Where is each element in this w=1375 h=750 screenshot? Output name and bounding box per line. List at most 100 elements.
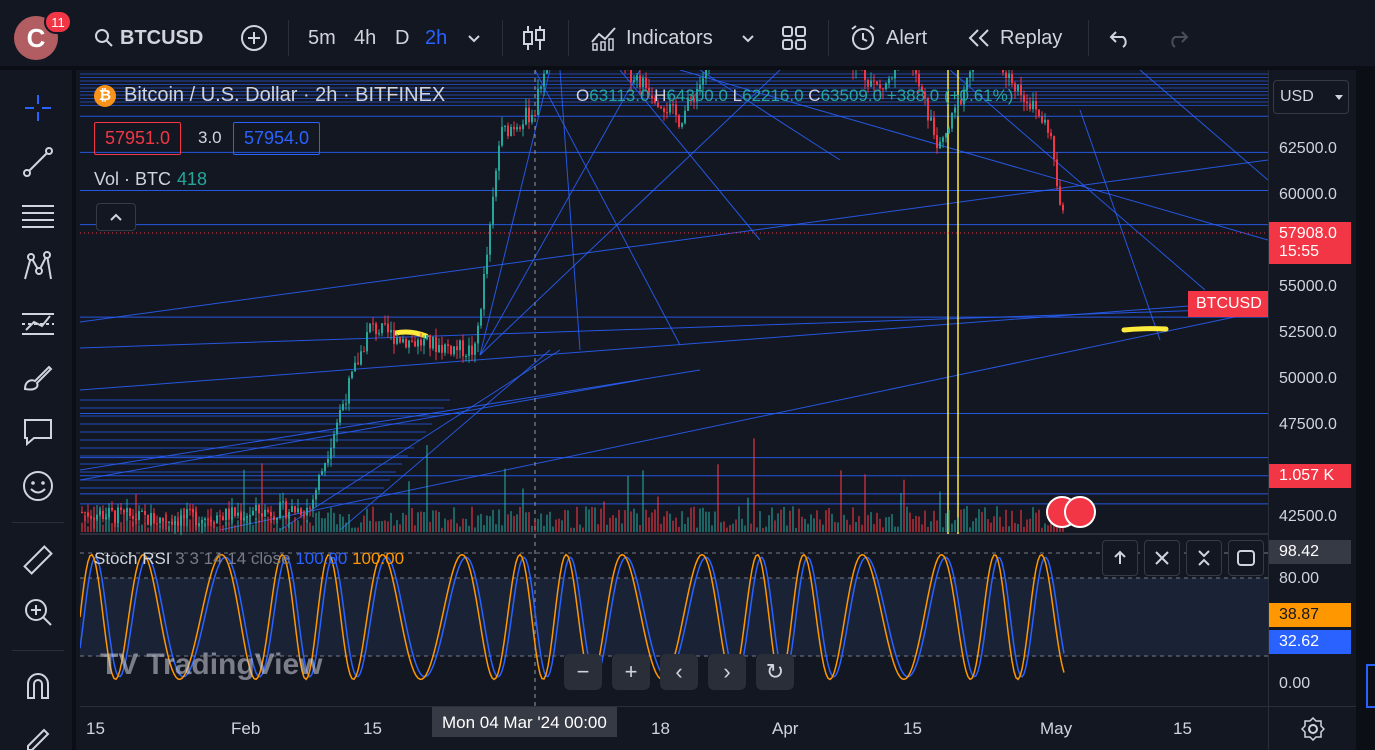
volume-bar [1047, 525, 1049, 532]
scroll-right-button[interactable]: › [708, 654, 746, 690]
replay-button[interactable]: Replay [966, 22, 1062, 54]
candle-body [1056, 159, 1058, 187]
volume-bar [105, 507, 107, 532]
symbol-legend[interactable]: ₿ Bitcoin / U.S. Dollar · 2h · BITFINEX [94, 84, 445, 107]
text-tool[interactable] [18, 412, 58, 452]
time-axis[interactable]: 15 Feb 15 Mon 04 Mar '24 00:00 18 Apr 15… [80, 706, 1268, 750]
stoch-rsi-legend[interactable]: Stoch RSI 3 3 14 14 close 100.00 100.00 [94, 549, 404, 569]
price-tick: 52500.0 [1279, 324, 1337, 341]
collapse-legend-button[interactable] [96, 203, 136, 231]
reset-chart-button[interactable]: ↻ [756, 654, 794, 690]
candle-body [498, 145, 500, 171]
interval-2h[interactable]: 2h [425, 22, 447, 54]
volume-bar [555, 519, 557, 532]
prediction-tool[interactable] [18, 304, 58, 344]
volume-bar [393, 525, 395, 532]
arrow-up-icon [1114, 550, 1126, 564]
chart-navigation: − + ‹ › ↻ [564, 654, 794, 690]
buy-button[interactable]: 57954.0 [233, 122, 321, 155]
volume-legend[interactable]: Vol · BTC 418 [94, 169, 207, 190]
fib-tool[interactable] [18, 196, 58, 236]
lock-drawing-tool[interactable] [18, 716, 58, 750]
volume-bar [699, 508, 701, 532]
price-chart[interactable] [80, 70, 1268, 706]
zoom-tool[interactable] [18, 592, 58, 632]
volume-bar [522, 488, 524, 532]
undo-button[interactable] [1108, 22, 1132, 54]
chart-settings-button[interactable] [1268, 706, 1356, 750]
volume-bar [552, 526, 554, 532]
volume-bar [150, 517, 152, 532]
delete-pane-button[interactable] [1144, 540, 1180, 576]
interval-d[interactable]: D [395, 22, 409, 54]
candle-body [507, 125, 509, 137]
volume-bar [711, 525, 713, 532]
measure-tool[interactable] [18, 540, 58, 580]
economic-event-icon[interactable] [1064, 496, 1096, 528]
volume-bar [633, 508, 635, 532]
alert-button[interactable]: Alert [848, 22, 927, 54]
volume-bar [240, 510, 242, 532]
candle-body [513, 126, 515, 130]
volume-bar [993, 516, 995, 532]
sell-button[interactable]: 57951.0 [94, 122, 182, 155]
ohlc-values: O63113.0 H64300.0 L62216.0 C63509.0 +388… [576, 86, 1013, 106]
trend-line-tool[interactable] [18, 142, 58, 182]
interval-5m[interactable]: 5m [308, 22, 336, 54]
candle-body [660, 106, 662, 109]
volume-bar [723, 521, 725, 532]
pattern-tool[interactable] [18, 248, 58, 288]
volume-bar [249, 516, 251, 532]
maximize-pane-button[interactable] [1228, 540, 1264, 576]
indicators-dropdown[interactable] [740, 22, 756, 54]
volume-bar [138, 525, 140, 532]
magnet-tool[interactable] [18, 666, 58, 706]
smiley-icon [23, 471, 53, 501]
compare-symbol-button[interactable] [240, 22, 268, 54]
crosshair-tool[interactable] [18, 88, 58, 128]
chart-type-button[interactable] [521, 22, 547, 54]
zoom-in-button[interactable]: + [612, 654, 650, 690]
candle-body [96, 514, 98, 520]
volume-bar [966, 506, 968, 532]
redo-button[interactable] [1166, 22, 1190, 54]
zoom-out-button[interactable]: − [564, 654, 602, 690]
user-menu[interactable]: C 11 [14, 10, 72, 60]
volume-bar [753, 438, 755, 532]
volume-bar [987, 519, 989, 532]
volume-bar [480, 513, 482, 532]
volume-bar [351, 527, 353, 532]
collapse-pane-button[interactable] [1186, 540, 1222, 576]
volume-bar [429, 521, 431, 532]
interval-dropdown[interactable] [466, 22, 482, 54]
symbol-search[interactable]: BTCUSD [94, 22, 203, 54]
currency-select[interactable]: USD [1273, 80, 1349, 114]
volume-bar [846, 519, 848, 532]
indicators-button[interactable]: Indicators [590, 22, 713, 54]
chart-canvas[interactable]: ₿ Bitcoin / U.S. Dollar · 2h · BITFINEX … [80, 70, 1268, 706]
volume-bar [129, 520, 131, 532]
candle-body [129, 508, 131, 516]
candle-body [681, 123, 683, 127]
candle-body [138, 511, 140, 521]
volume-bar [510, 511, 512, 532]
volume-bar [246, 515, 248, 532]
volume-bar [81, 522, 83, 532]
volume-bar [258, 520, 260, 532]
brush-tool[interactable] [18, 358, 58, 398]
candle-body [933, 117, 935, 136]
icon-tool[interactable] [18, 466, 58, 506]
sidebar-toggle[interactable] [1366, 664, 1375, 708]
chevron-down-icon [468, 35, 480, 43]
move-pane-up-button[interactable] [1102, 540, 1138, 576]
volume-bar [516, 514, 518, 532]
layout-button[interactable] [781, 22, 807, 54]
volume-bar [252, 524, 254, 532]
volume-bar [564, 509, 566, 532]
interval-4h[interactable]: 4h [354, 22, 376, 54]
price-axis[interactable]: USD 62500.0 60000.0 57908.0 15:55 55000.… [1268, 70, 1356, 706]
candle-body [435, 337, 437, 353]
scroll-left-button[interactable]: ‹ [660, 654, 698, 690]
candle-body [159, 517, 161, 524]
volume-bar [270, 517, 272, 532]
